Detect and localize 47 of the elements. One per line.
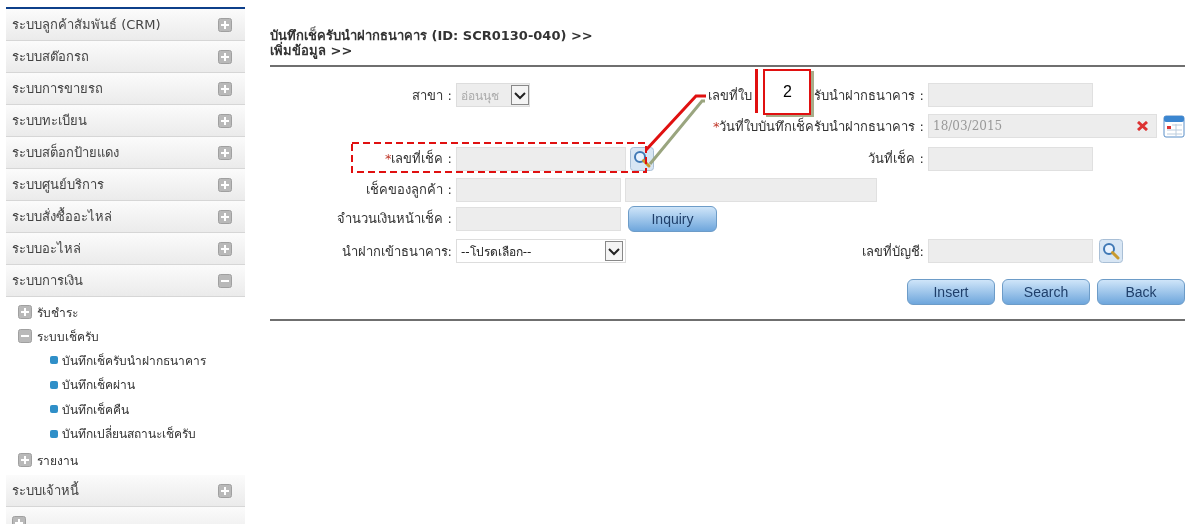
submenu-label: รายงาน — [37, 452, 78, 470]
field-label: สาขา : — [411, 86, 452, 105]
menu-label: ระบบสั่งซื้ออะไหล่ — [12, 206, 112, 226]
field-label: เช็คของลูกค้า : — [365, 179, 452, 200]
menu-link[interactable]: บันทึกเช็ครับนำฝากธนาคาร — [62, 350, 206, 370]
submenu-item[interactable]: ระบบเช็ครับ — [18, 324, 245, 348]
callout-number: 2 — [763, 68, 812, 115]
field-label: *เลขที่เช็ค : — [384, 148, 452, 168]
menu-label: ระบบศูนย์บริการ — [12, 176, 104, 195]
sidebar-item[interactable]: ระบบทะเบียน — [6, 105, 245, 137]
field-label: จำนวนเงินหน้าเช็ค : — [336, 208, 452, 228]
field-label: เลขที่บัญชี: — [861, 242, 924, 261]
sidebar-item[interactable]: ระบบอะไหล่ — [6, 233, 245, 265]
submenu-label: ระบบเช็ครับ — [37, 328, 99, 346]
submenu-item[interactable]: รับชำระ — [18, 300, 245, 324]
action-button[interactable]: Search — [1002, 279, 1090, 305]
field-label: รับนำฝากธนาคาร : — [814, 86, 924, 105]
submenu-label: รับชำระ — [37, 304, 78, 322]
menu-label: ระบบการขายรถ — [12, 80, 103, 98]
submenu-item[interactable]: รายงาน — [18, 448, 245, 472]
menu-label: ระบบลูกค้าสัมพันธ์ (CRM) — [12, 16, 161, 35]
sidebar-item[interactable]: ระบบเจ้าหนี้ — [6, 475, 245, 507]
bank-select[interactable]: --โปรดเลือก-- — [456, 239, 626, 263]
sidebar-item[interactable]: ระบบการขายรถ — [6, 73, 245, 105]
menu-link[interactable]: บันทึกเปลี่ยนสถานะเช็ครับ — [62, 424, 196, 444]
sidebar-item[interactable]: ระบบศูนย์บริการ — [6, 169, 245, 201]
sidebar-item[interactable]: ระบบสั่งซื้ออะไหล่ — [6, 201, 245, 233]
field-label: เลขที่ใบ — [708, 86, 753, 105]
menu-label: ระบบการเงิน — [12, 272, 83, 290]
menu-label: ระบบอะไหล่ — [12, 240, 81, 258]
inquiry-button[interactable]: Inquiry — [628, 205, 717, 232]
sidebar-item[interactable]: ระบบการเงิน — [6, 265, 245, 297]
page-title: บันทึกเช็ครับนำฝากธนาคาร (ID: SCR0130-040) >> — [270, 28, 594, 43]
field-label: *วันที่ใบบันทึกเช็ครับนำฝากธนาคาร : — [713, 116, 924, 136]
action-button[interactable]: Insert — [907, 279, 995, 305]
field-label: นำฝากเข้าธนาคาร: — [340, 242, 452, 261]
menu-label: ระบบสต๊อกรถ — [12, 48, 89, 66]
sidebar-item[interactable]: ระบบสต็อกป้ายแดง — [6, 137, 245, 169]
sidebar-item[interactable]: ระบบลูกค้าสัมพันธ์ (CRM) — [6, 9, 245, 41]
menu-label: ระบบสต็อกป้ายแดง — [12, 142, 119, 162]
menu-label: ระบบเจ้าหนี้ — [12, 480, 79, 500]
action-button[interactable]: Back — [1097, 279, 1185, 305]
menu-link[interactable]: บันทึกเช็คคืน — [62, 399, 129, 419]
sidebar-item[interactable]: ระบบสต๊อกรถ — [6, 41, 245, 73]
menu-link[interactable]: บันทึกเช็คผ่าน — [62, 375, 135, 395]
menu-label: ระบบทะเบียน — [12, 112, 87, 130]
field-label: วันที่เช็ค : — [868, 148, 924, 168]
